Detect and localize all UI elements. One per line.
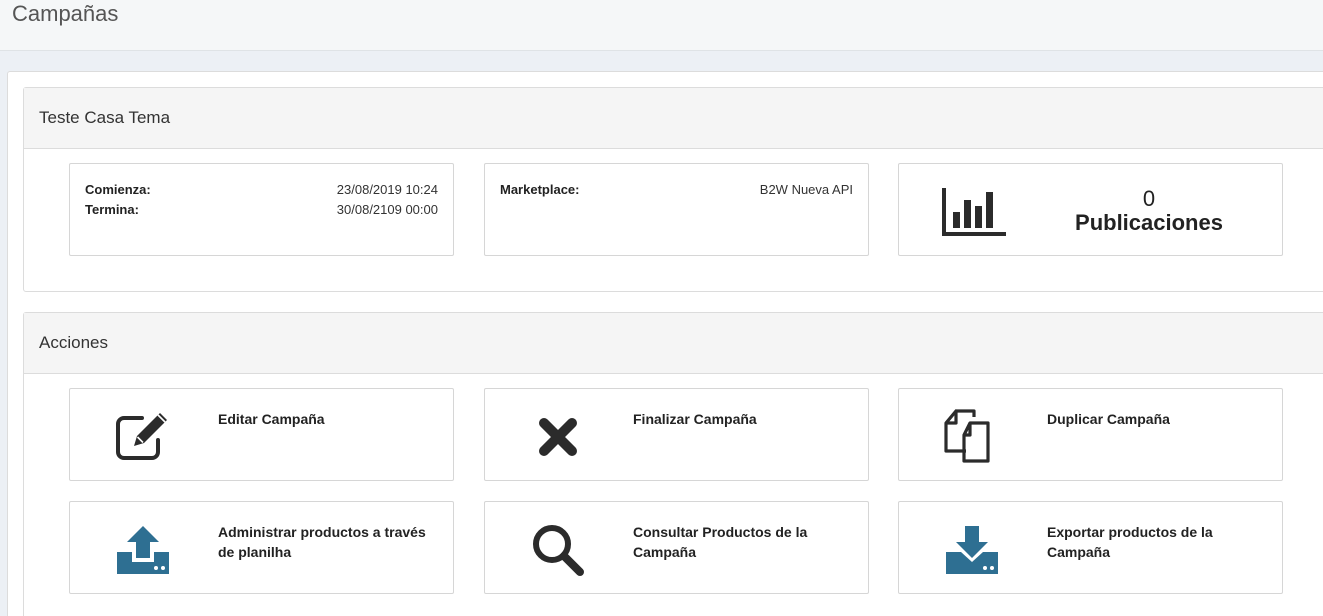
close-icon — [525, 407, 591, 467]
upload-icon — [110, 520, 176, 580]
edit-icon — [110, 407, 176, 467]
download-icon — [939, 520, 1005, 580]
campaign-panel-heading: Teste Casa Tema — [24, 88, 1323, 149]
export-products-button[interactable]: Exportar productos de la Campaña — [898, 501, 1283, 594]
start-label: Comienza: — [85, 182, 151, 197]
actions-panel-heading: Acciones — [24, 313, 1323, 374]
marketplace-value: B2W Nueva API — [759, 182, 853, 197]
end-row: Termina: 30/08/2109 00:00 — [85, 202, 438, 217]
bar-chart-icon — [942, 188, 1006, 236]
copy-icon — [939, 407, 1005, 467]
end-value: 30/08/2109 00:00 — [336, 202, 438, 217]
marketplace-label: Marketplace: — [500, 182, 580, 197]
edit-campaign-button[interactable]: Editar Campaña — [69, 388, 454, 481]
search-icon — [525, 520, 591, 580]
publications-count: 0 — [1142, 186, 1156, 211]
finish-campaign-label: Finalizar Campaña — [633, 411, 757, 427]
page-title: Campañas — [12, 1, 119, 26]
view-products-label: Consultar Productos de la Campaña — [633, 524, 808, 560]
end-label: Termina: — [85, 202, 139, 217]
manage-sheet-label: Administrar productos a través de planil… — [218, 524, 426, 560]
start-value: 23/08/2019 10:24 — [336, 182, 438, 197]
duplicate-campaign-label: Duplicar Campaña — [1047, 411, 1170, 427]
publications-box: 0 Publicaciones — [898, 163, 1283, 256]
marketplace-box: Marketplace: B2W Nueva API — [484, 163, 869, 256]
export-products-label: Exportar productos de la Campaña — [1047, 524, 1213, 560]
dates-box: Comienza: 23/08/2019 10:24 Termina: 30/0… — [69, 163, 454, 256]
finish-campaign-button[interactable]: Finalizar Campaña — [484, 388, 869, 481]
marketplace-row: Marketplace: B2W Nueva API — [500, 182, 853, 197]
view-products-button[interactable]: Consultar Productos de la Campaña — [484, 501, 869, 594]
duplicate-campaign-button[interactable]: Duplicar Campaña — [898, 388, 1283, 481]
manage-sheet-button[interactable]: Administrar productos a través de planil… — [69, 501, 454, 594]
start-row: Comienza: 23/08/2019 10:24 — [85, 182, 438, 197]
edit-campaign-label: Editar Campaña — [218, 411, 325, 427]
page-header: Campañas — [0, 0, 1323, 51]
publications-label: Publicaciones — [1075, 210, 1223, 235]
actions-title: Acciones — [39, 333, 108, 352]
campaign-name: Teste Casa Tema — [39, 108, 171, 127]
